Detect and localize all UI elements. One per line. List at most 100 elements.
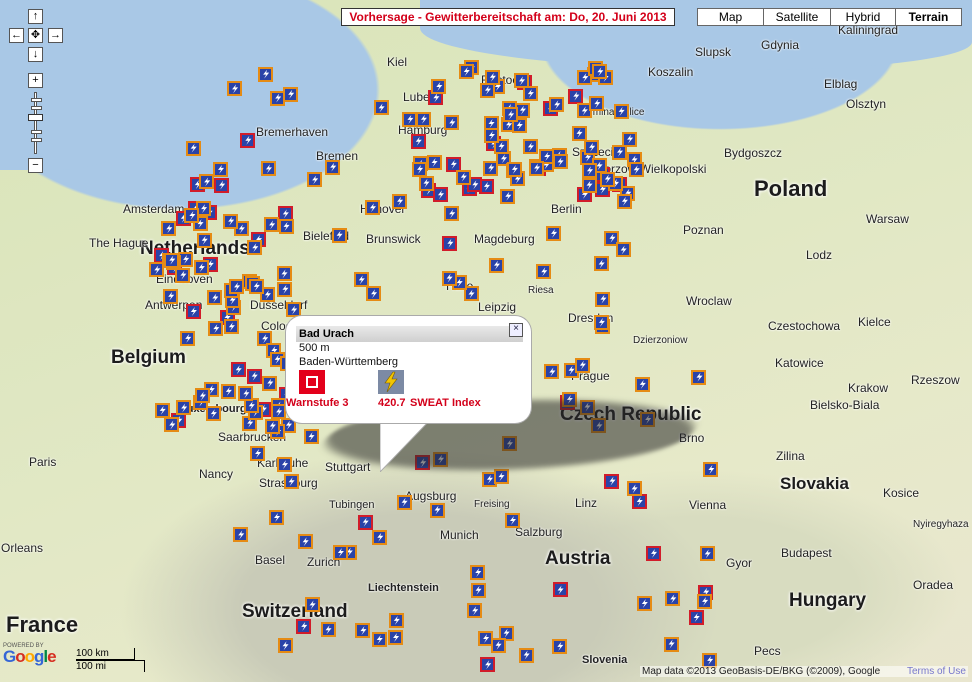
- thunderstorm-marker[interactable]: [164, 253, 179, 268]
- thunderstorm-marker[interactable]: [419, 176, 434, 191]
- thunderstorm-marker[interactable]: [333, 545, 348, 560]
- thunderstorm-marker[interactable]: [594, 315, 609, 330]
- map-type-hybrid-button[interactable]: Hybrid: [830, 8, 896, 26]
- thunderstorm-marker[interactable]: [155, 403, 170, 418]
- thunderstorm-marker[interactable]: [195, 388, 210, 403]
- thunderstorm-marker[interactable]: [523, 139, 538, 154]
- thunderstorm-marker[interactable]: [494, 469, 509, 484]
- thunderstorm-marker[interactable]: [265, 419, 280, 434]
- thunderstorm-marker[interactable]: [372, 530, 387, 545]
- thunderstorm-marker[interactable]: [307, 172, 322, 187]
- thunderstorm-marker[interactable]: [635, 377, 650, 392]
- thunderstorm-marker[interactable]: [163, 289, 178, 304]
- thunderstorm-marker[interactable]: [519, 648, 534, 663]
- thunderstorm-marker[interactable]: [480, 83, 495, 98]
- thunderstorm-marker[interactable]: [372, 632, 387, 647]
- pan-center-button[interactable]: ✥: [28, 28, 43, 43]
- thunderstorm-marker[interactable]: [665, 591, 680, 606]
- thunderstorm-marker[interactable]: [544, 364, 559, 379]
- thunderstorm-marker-red[interactable]: [231, 362, 246, 377]
- thunderstorm-marker[interactable]: [582, 163, 597, 178]
- thunderstorm-marker[interactable]: [444, 115, 459, 130]
- thunderstorm-marker[interactable]: [584, 140, 599, 155]
- thunderstorm-marker[interactable]: [616, 242, 631, 257]
- thunderstorm-marker[interactable]: [262, 376, 277, 391]
- thunderstorm-marker[interactable]: [206, 406, 221, 421]
- thunderstorm-marker[interactable]: [483, 161, 498, 176]
- thunderstorm-marker[interactable]: [514, 73, 529, 88]
- thunderstorm-marker[interactable]: [459, 64, 474, 79]
- map-type-satellite-button[interactable]: Satellite: [763, 8, 831, 26]
- thunderstorm-marker[interactable]: [427, 155, 442, 170]
- thunderstorm-marker[interactable]: [442, 271, 457, 286]
- thunderstorm-marker[interactable]: [238, 386, 253, 401]
- thunderstorm-marker[interactable]: [629, 162, 644, 177]
- thunderstorm-marker[interactable]: [700, 546, 715, 561]
- thunderstorm-marker[interactable]: [233, 527, 248, 542]
- thunderstorm-marker[interactable]: [321, 622, 336, 637]
- thunderstorm-marker[interactable]: [529, 161, 544, 176]
- map-type-terrain-button[interactable]: Terrain: [895, 8, 962, 26]
- thunderstorm-marker[interactable]: [304, 429, 319, 444]
- thunderstorm-marker[interactable]: [199, 174, 214, 189]
- thunderstorm-marker[interactable]: [431, 79, 446, 94]
- thunderstorm-marker[interactable]: [546, 226, 561, 241]
- thunderstorm-marker[interactable]: [412, 162, 427, 177]
- thunderstorm-marker[interactable]: [456, 170, 471, 185]
- zoom-slider[interactable]: [28, 92, 43, 154]
- thunderstorm-marker[interactable]: [221, 384, 236, 399]
- thunderstorm-marker[interactable]: [467, 603, 482, 618]
- thunderstorm-marker[interactable]: [175, 268, 190, 283]
- thunderstorm-marker[interactable]: [489, 258, 504, 273]
- thunderstorm-marker[interactable]: [227, 81, 242, 96]
- thunderstorm-marker[interactable]: [392, 194, 407, 209]
- thunderstorm-marker[interactable]: [536, 264, 551, 279]
- thunderstorm-marker-red[interactable]: [240, 133, 255, 148]
- thunderstorm-marker[interactable]: [572, 126, 587, 141]
- thunderstorm-marker[interactable]: [553, 154, 568, 169]
- thunderstorm-marker[interactable]: [176, 400, 191, 415]
- thunderstorm-marker[interactable]: [595, 292, 610, 307]
- thunderstorm-marker-red[interactable]: [247, 369, 262, 384]
- thunderstorm-marker[interactable]: [223, 214, 238, 229]
- thunderstorm-marker[interactable]: [224, 319, 239, 334]
- thunderstorm-marker[interactable]: [180, 331, 195, 346]
- thunderstorm-marker[interactable]: [500, 189, 515, 204]
- thunderstorm-marker[interactable]: [507, 162, 522, 177]
- thunderstorm-marker-red[interactable]: [632, 494, 647, 509]
- thunderstorm-marker[interactable]: [283, 87, 298, 102]
- thunderstorm-marker[interactable]: [430, 503, 445, 518]
- thunderstorm-marker[interactable]: [208, 321, 223, 336]
- thunderstorm-marker[interactable]: [582, 178, 597, 193]
- thunderstorm-marker[interactable]: [484, 128, 499, 143]
- thunderstorm-marker[interactable]: [229, 279, 244, 294]
- thunderstorm-marker[interactable]: [270, 91, 285, 106]
- thunderstorm-marker-red[interactable]: [214, 178, 229, 193]
- thunderstorm-marker[interactable]: [664, 637, 679, 652]
- thunderstorm-marker[interactable]: [703, 462, 718, 477]
- thunderstorm-marker[interactable]: [325, 160, 340, 175]
- zoom-handle[interactable]: [28, 114, 43, 121]
- thunderstorm-marker[interactable]: [416, 112, 431, 127]
- thunderstorm-marker[interactable]: [305, 597, 320, 612]
- pan-down-button[interactable]: ↓: [28, 47, 43, 62]
- thunderstorm-marker[interactable]: [264, 217, 279, 232]
- thunderstorm-marker-red[interactable]: [568, 89, 583, 104]
- thunderstorm-marker[interactable]: [269, 510, 284, 525]
- thunderstorm-marker[interactable]: [505, 513, 520, 528]
- thunderstorm-marker[interactable]: [697, 594, 712, 609]
- thunderstorm-marker[interactable]: [332, 228, 347, 243]
- thunderstorm-marker[interactable]: [271, 404, 286, 419]
- thunderstorm-marker[interactable]: [249, 279, 264, 294]
- thunderstorm-marker[interactable]: [627, 481, 642, 496]
- thunderstorm-marker[interactable]: [355, 623, 370, 638]
- thunderstorm-marker[interactable]: [485, 70, 500, 85]
- thunderstorm-marker[interactable]: [600, 172, 615, 187]
- thunderstorm-marker[interactable]: [213, 162, 228, 177]
- thunderstorm-marker[interactable]: [374, 100, 389, 115]
- thunderstorm-marker[interactable]: [470, 565, 485, 580]
- thunderstorm-marker-red[interactable]: [646, 546, 661, 561]
- thunderstorm-marker[interactable]: [261, 161, 276, 176]
- thunderstorm-marker[interactable]: [594, 256, 609, 271]
- thunderstorm-marker[interactable]: [366, 286, 381, 301]
